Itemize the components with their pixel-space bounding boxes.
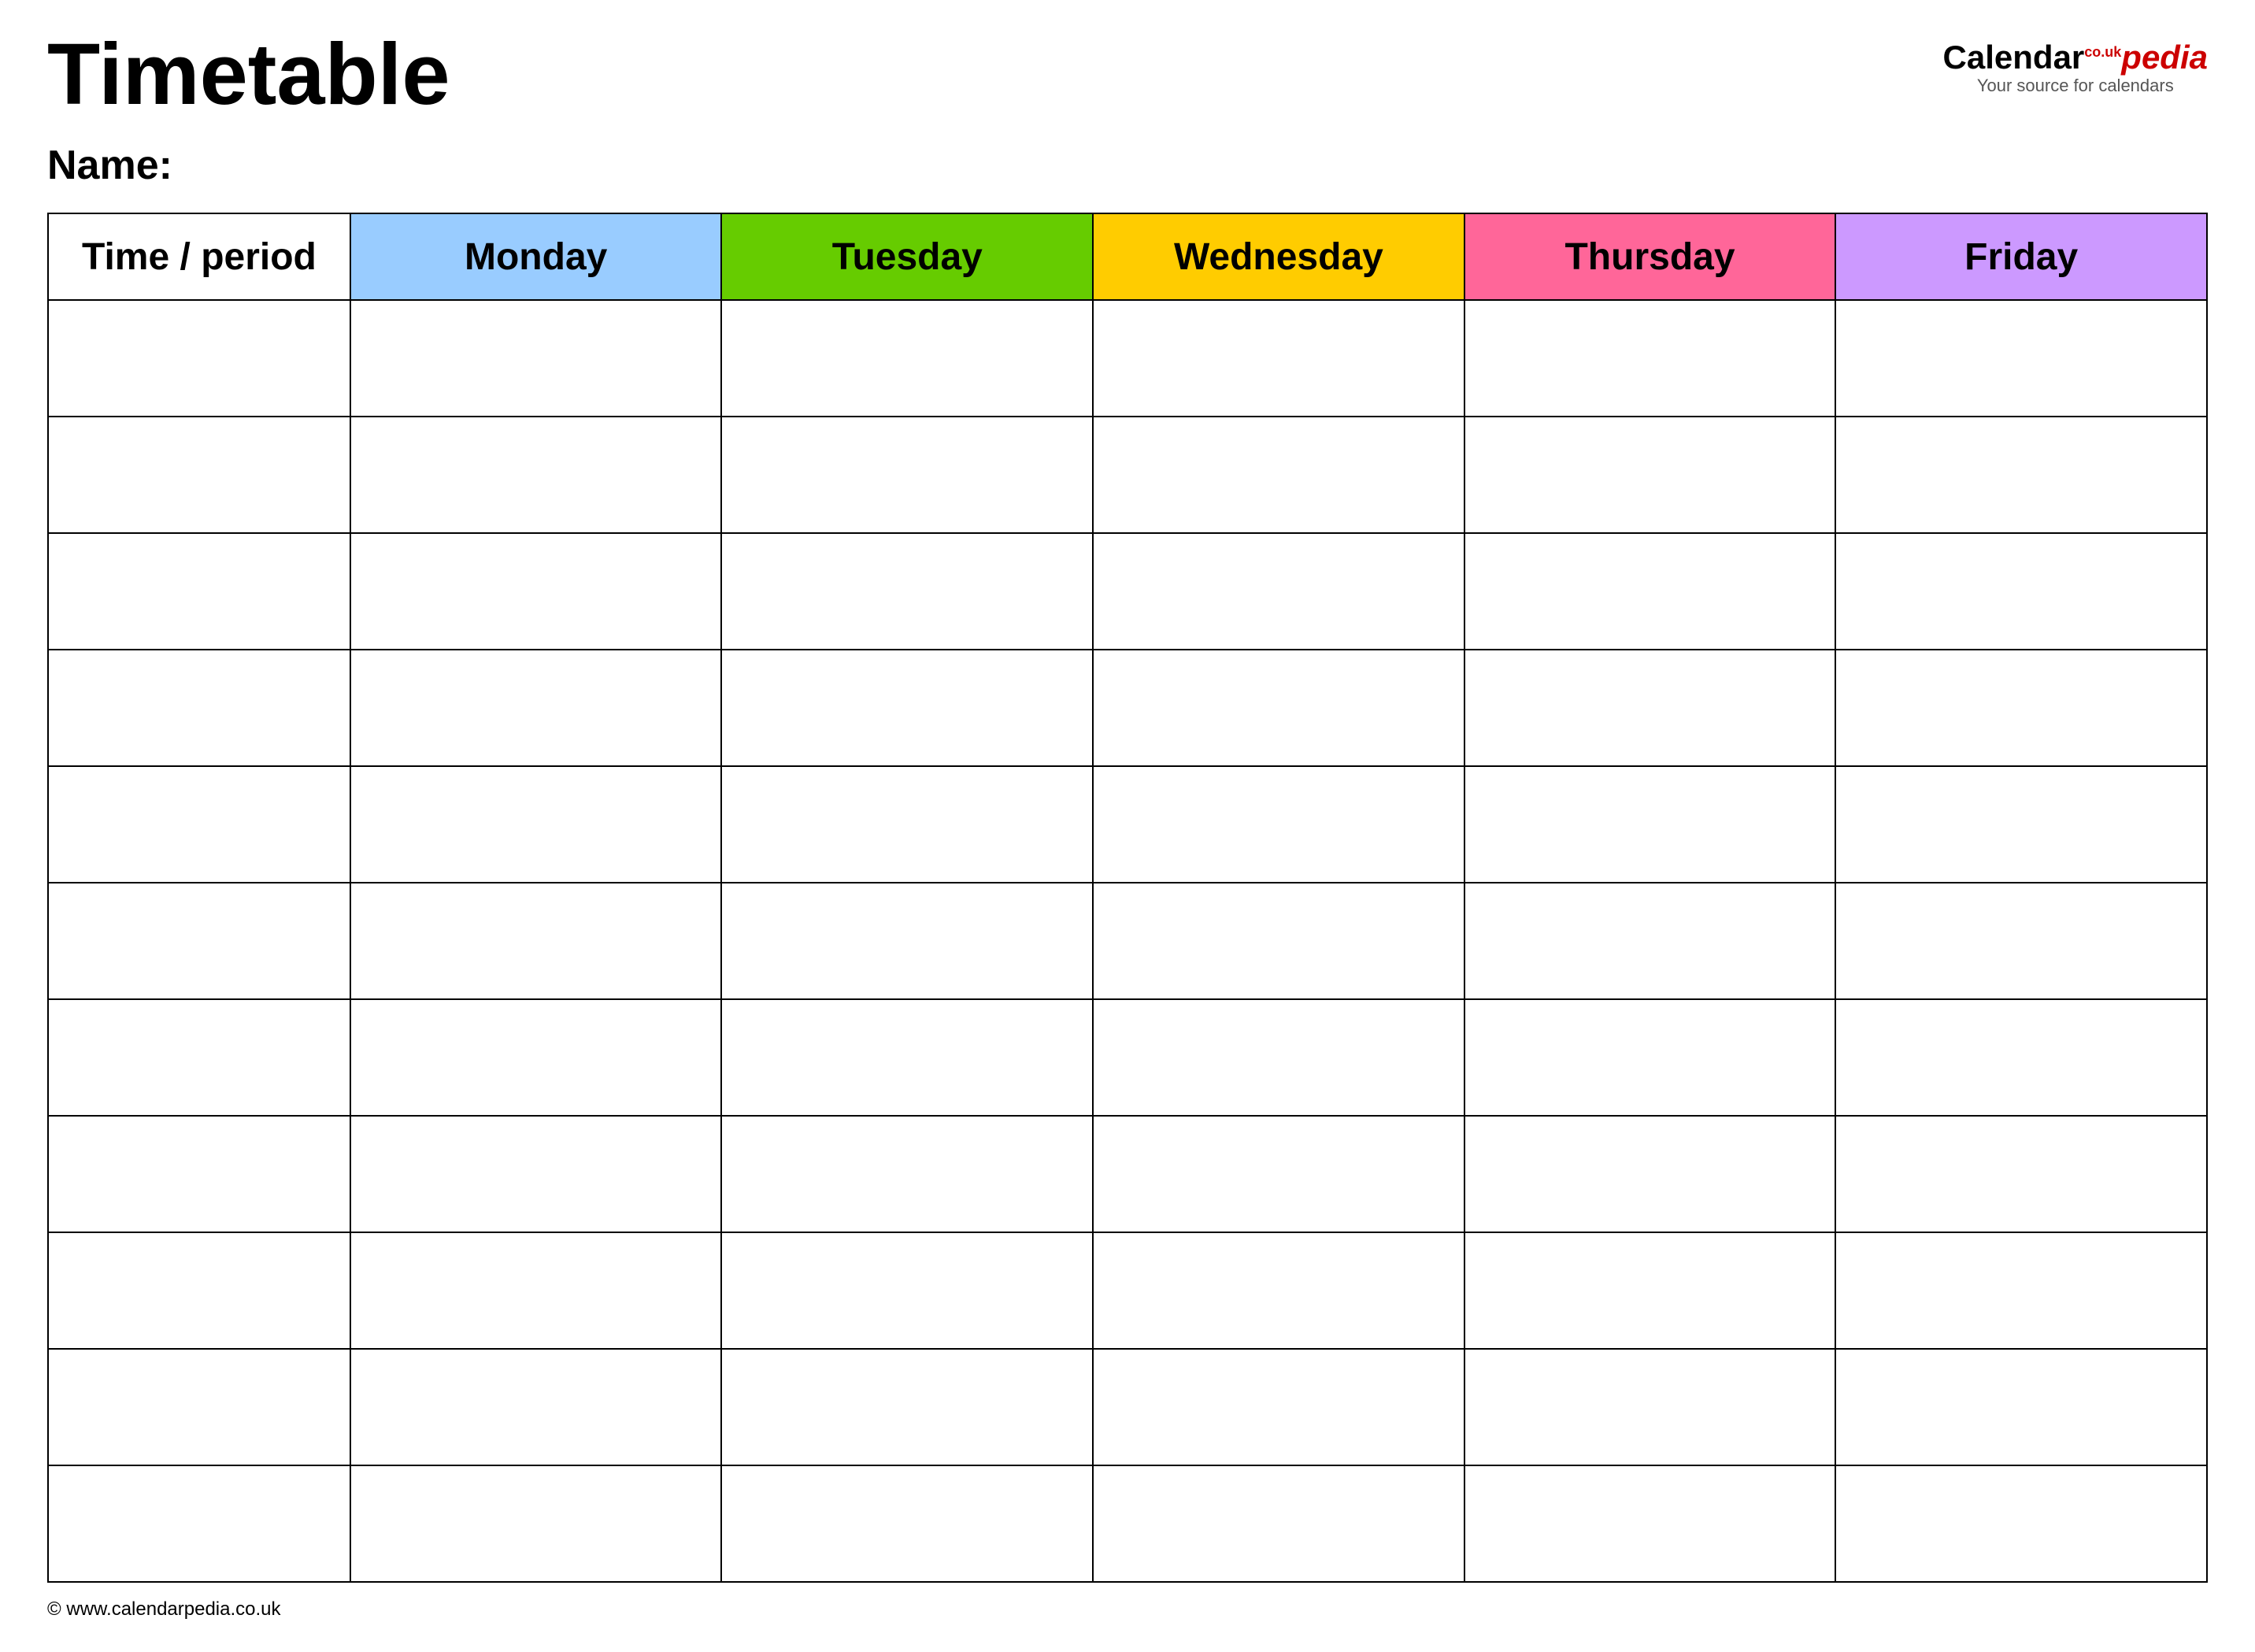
table-cell[interactable] <box>1464 1232 1836 1349</box>
col-header-monday: Monday <box>350 213 722 300</box>
timetable-wrapper: Time / period Monday Tuesday Wednesday T… <box>47 213 2208 1583</box>
table-row <box>48 417 2207 533</box>
table-row <box>48 300 2207 417</box>
page-header: Timetable Calendarco.ukpedia Your source… <box>47 31 2208 118</box>
table-cell[interactable] <box>1093 1465 1464 1582</box>
table-cell[interactable] <box>1835 766 2207 883</box>
col-header-friday: Friday <box>1835 213 2207 300</box>
table-cell[interactable] <box>350 533 722 650</box>
table-cell[interactable] <box>48 1349 350 1465</box>
timetable: Time / period Monday Tuesday Wednesday T… <box>47 213 2208 1583</box>
table-cell[interactable] <box>48 650 350 766</box>
table-cell[interactable] <box>1835 1116 2207 1232</box>
table-cell[interactable] <box>1835 1465 2207 1582</box>
table-cell[interactable] <box>1835 1349 2207 1465</box>
table-cell[interactable] <box>721 533 1093 650</box>
table-cell[interactable] <box>721 417 1093 533</box>
col-header-tuesday: Tuesday <box>721 213 1093 300</box>
col-header-time: Time / period <box>48 213 350 300</box>
table-cell[interactable] <box>48 1465 350 1582</box>
table-row <box>48 883 2207 999</box>
table-cell[interactable] <box>1835 533 2207 650</box>
table-cell[interactable] <box>721 650 1093 766</box>
table-cell[interactable] <box>48 1116 350 1232</box>
table-cell[interactable] <box>350 300 722 417</box>
table-cell[interactable] <box>1464 533 1836 650</box>
header-row: Time / period Monday Tuesday Wednesday T… <box>48 213 2207 300</box>
table-cell[interactable] <box>721 300 1093 417</box>
timetable-body <box>48 300 2207 1582</box>
name-label: Name: <box>47 142 2208 189</box>
table-cell[interactable] <box>350 999 722 1116</box>
table-row <box>48 650 2207 766</box>
table-cell[interactable] <box>721 1232 1093 1349</box>
table-cell[interactable] <box>721 999 1093 1116</box>
logo-area: Calendarco.ukpedia Your source for calen… <box>1943 39 2208 96</box>
table-row <box>48 533 2207 650</box>
table-cell[interactable] <box>1835 300 2207 417</box>
table-cell[interactable] <box>1093 1232 1464 1349</box>
table-cell[interactable] <box>350 766 722 883</box>
table-cell[interactable] <box>350 1465 722 1582</box>
table-cell[interactable] <box>1093 300 1464 417</box>
table-cell[interactable] <box>1093 999 1464 1116</box>
table-cell[interactable] <box>1835 650 2207 766</box>
table-cell[interactable] <box>350 417 722 533</box>
table-cell[interactable] <box>721 766 1093 883</box>
table-cell[interactable] <box>1093 1116 1464 1232</box>
table-cell[interactable] <box>1093 417 1464 533</box>
logo-text: Calendarco.ukpedia <box>1943 39 2208 76</box>
table-cell[interactable] <box>721 883 1093 999</box>
footer: © www.calendarpedia.co.uk <box>47 1598 2208 1621</box>
table-row <box>48 1349 2207 1465</box>
table-cell[interactable] <box>48 883 350 999</box>
table-cell[interactable] <box>48 1232 350 1349</box>
table-cell[interactable] <box>1835 883 2207 999</box>
table-cell[interactable] <box>1464 883 1836 999</box>
table-cell[interactable] <box>350 650 722 766</box>
table-cell[interactable] <box>1093 883 1464 999</box>
table-cell[interactable] <box>1464 999 1836 1116</box>
table-row <box>48 999 2207 1116</box>
table-cell[interactable] <box>1093 766 1464 883</box>
table-cell[interactable] <box>1093 650 1464 766</box>
table-cell[interactable] <box>48 417 350 533</box>
col-header-thursday: Thursday <box>1464 213 1836 300</box>
table-cell[interactable] <box>350 1116 722 1232</box>
table-cell[interactable] <box>1464 417 1836 533</box>
table-cell[interactable] <box>1464 1349 1836 1465</box>
table-row <box>48 1116 2207 1232</box>
table-cell[interactable] <box>350 883 722 999</box>
table-cell[interactable] <box>350 1349 722 1465</box>
col-header-wednesday: Wednesday <box>1093 213 1464 300</box>
table-row <box>48 766 2207 883</box>
table-cell[interactable] <box>1464 1116 1836 1232</box>
logo-pedia: pedia <box>2121 39 2208 76</box>
table-row <box>48 1232 2207 1349</box>
logo-calendar: Calendar <box>1943 39 2085 76</box>
table-cell[interactable] <box>721 1465 1093 1582</box>
table-cell[interactable] <box>48 766 350 883</box>
table-cell[interactable] <box>350 1232 722 1349</box>
table-cell[interactable] <box>1835 1232 2207 1349</box>
table-cell[interactable] <box>1835 999 2207 1116</box>
table-cell[interactable] <box>1464 650 1836 766</box>
page-title: Timetable <box>47 31 450 118</box>
table-cell[interactable] <box>1093 533 1464 650</box>
table-cell[interactable] <box>48 533 350 650</box>
table-cell[interactable] <box>1464 766 1836 883</box>
table-cell[interactable] <box>1093 1349 1464 1465</box>
table-cell[interactable] <box>1464 1465 1836 1582</box>
logo-co-uk: co.uk <box>2084 45 2121 61</box>
table-cell[interactable] <box>721 1349 1093 1465</box>
table-cell[interactable] <box>48 999 350 1116</box>
table-cell[interactable] <box>48 300 350 417</box>
table-row <box>48 1465 2207 1582</box>
logo-subtitle: Your source for calendars <box>1943 76 2208 96</box>
table-cell[interactable] <box>1464 300 1836 417</box>
table-cell[interactable] <box>721 1116 1093 1232</box>
footer-url: © www.calendarpedia.co.uk <box>47 1598 281 1620</box>
table-cell[interactable] <box>1835 417 2207 533</box>
